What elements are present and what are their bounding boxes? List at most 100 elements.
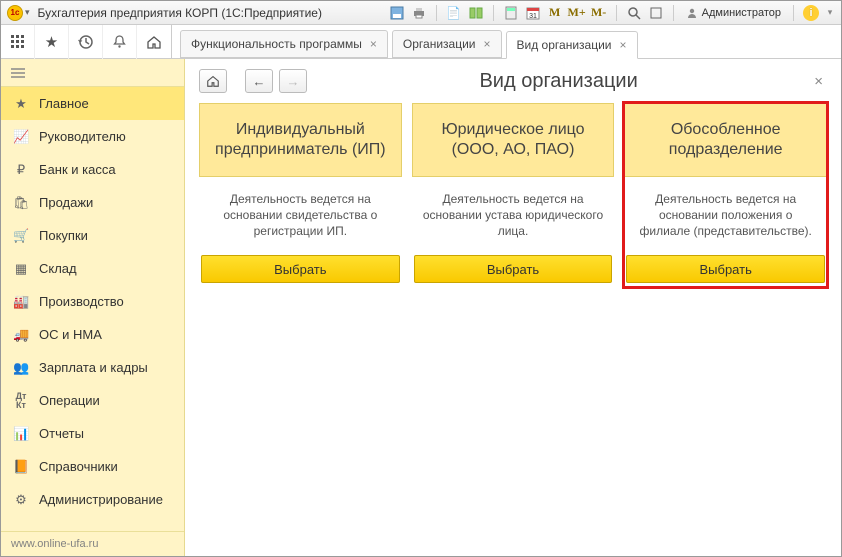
tab-close-icon[interactable]: ×	[370, 37, 377, 51]
chart-line-icon: 📈	[13, 129, 29, 145]
sidebar: ★ Главное 📈 Руководителю ₽ Банк и касса …	[1, 59, 185, 556]
memory-mplus-button[interactable]: M+	[569, 5, 585, 21]
current-user[interactable]: Администратор	[683, 7, 784, 19]
calculator-icon[interactable]	[503, 5, 519, 21]
user-label: Администратор	[702, 7, 781, 19]
card-description: Деятельность ведется на основании свидет…	[199, 177, 402, 255]
favorites-star-icon[interactable]: ★	[35, 25, 69, 59]
boxes-icon: ▦	[13, 261, 29, 277]
save-icon[interactable]	[389, 5, 405, 21]
sidebar-item-label: Банк и касса	[39, 162, 116, 177]
sidebar-item-purchases[interactable]: 🛒 Покупки	[1, 219, 184, 252]
sidebar-item-bank[interactable]: ₽ Банк и касса	[1, 153, 184, 186]
compare-icon[interactable]	[468, 5, 484, 21]
sidebar-item-reports[interactable]: 📊 Отчеты	[1, 417, 184, 450]
sidebar-item-label: Справочники	[39, 459, 118, 474]
card-title: Индивидуальный предприниматель (ИП)	[199, 103, 402, 177]
app-logo-icon: 1c	[7, 5, 23, 21]
book-icon: 📙	[13, 459, 29, 475]
toolbar-buttons: ★	[1, 25, 172, 58]
window-titlebar: 1c ▾ Бухгалтерия предприятия КОРП (1С:Пр…	[1, 1, 841, 25]
window-mode-icon[interactable]	[648, 5, 664, 21]
star-icon: ★	[13, 96, 29, 112]
calendar-icon[interactable]: 31	[525, 5, 541, 21]
page-title: Вид организации	[307, 70, 810, 93]
sidebar-item-label: Зарплата и кадры	[39, 360, 148, 375]
nav-back-button[interactable]: ←	[245, 69, 273, 93]
zoom-icon[interactable]	[626, 5, 642, 21]
card-ip: Индивидуальный предприниматель (ИП) Деят…	[199, 103, 402, 287]
sidebar-item-production[interactable]: 🏭 Производство	[1, 285, 184, 318]
select-button[interactable]: Выбрать	[201, 255, 400, 283]
sidebar-item-label: ОС и НМА	[39, 327, 102, 342]
select-button[interactable]: Выбрать	[414, 255, 613, 283]
tab-org-type[interactable]: Вид организации ×	[506, 31, 638, 59]
page-header: ← → Вид организации ×	[199, 69, 827, 93]
sidebar-item-label: Руководителю	[39, 129, 126, 144]
nav-home-button[interactable]	[199, 69, 227, 93]
nav-forward-button[interactable]: →	[279, 69, 307, 93]
card-description: Деятельность ведется на основании положе…	[624, 177, 827, 255]
sidebar-item-label: Администрирование	[39, 492, 163, 507]
page-close-icon[interactable]: ×	[810, 73, 827, 90]
titlebar-actions: 📄 31 M M+ M- Администратор i ▾	[389, 5, 835, 21]
user-icon	[686, 7, 698, 19]
sidebar-item-hr[interactable]: 👥 Зарплата и кадры	[1, 351, 184, 384]
dtkt-icon: ДтКт	[13, 392, 29, 410]
gear-icon: ⚙	[13, 492, 29, 508]
people-icon: 👥	[13, 360, 29, 376]
main-toolbar: ★ Функциональность программы × Организац…	[1, 25, 841, 59]
window-title: Бухгалтерия предприятия КОРП (1С:Предпри…	[38, 6, 322, 20]
sidebar-item-sales[interactable]: 🛍 Продажи	[1, 186, 184, 219]
tab-organizations[interactable]: Организации ×	[392, 30, 502, 58]
sidebar-collapse-icon[interactable]	[1, 59, 184, 87]
sidebar-item-label: Склад	[39, 261, 77, 276]
sidebar-item-operations[interactable]: ДтКт Операции	[1, 384, 184, 417]
factory-icon: 🏭	[13, 294, 29, 310]
card-separate-division: Обособленное подразделение Деятельность …	[624, 103, 827, 287]
info-icon[interactable]: i	[803, 5, 819, 21]
memory-mminus-button[interactable]: M-	[591, 5, 607, 21]
tab-label: Вид организации	[517, 38, 612, 52]
sidebar-footer: www.online-ufa.ru	[1, 531, 184, 556]
sidebar-item-admin[interactable]: ⚙ Администрирование	[1, 483, 184, 516]
cart-icon: 🛒	[13, 228, 29, 244]
truck-icon: 🚚	[13, 327, 29, 343]
sidebar-item-label: Производство	[39, 294, 124, 309]
sidebar-item-label: Отчеты	[39, 426, 84, 441]
app-menu-chevron-icon[interactable]: ▾	[25, 7, 30, 18]
svg-text:31: 31	[529, 13, 537, 20]
main-content: ← → Вид организации × Индивидуальный пре…	[185, 59, 841, 556]
ruble-icon: ₽	[13, 162, 29, 178]
tab-close-icon[interactable]: ×	[484, 37, 491, 51]
app-body: ★ Главное 📈 Руководителю ₽ Банк и касса …	[1, 59, 841, 556]
sidebar-item-main[interactable]: ★ Главное	[1, 87, 184, 120]
sidebar-item-label: Главное	[39, 96, 89, 111]
select-button[interactable]: Выбрать	[626, 255, 825, 283]
tab-label: Организации	[403, 37, 476, 51]
sidebar-item-label: Покупки	[39, 228, 88, 243]
org-type-cards: Индивидуальный предприниматель (ИП) Деят…	[199, 103, 827, 287]
tab-bar: Функциональность программы × Организации…	[172, 25, 638, 58]
bag-icon: 🛍	[13, 195, 29, 211]
apps-grid-icon[interactable]	[1, 25, 35, 59]
card-legal-entity: Юридическое лицо (ООО, АО, ПАО) Деятельн…	[412, 103, 615, 287]
home-icon[interactable]	[137, 25, 171, 59]
sidebar-item-manager[interactable]: 📈 Руководителю	[1, 120, 184, 153]
sidebar-item-directories[interactable]: 📙 Справочники	[1, 450, 184, 483]
tab-functionality[interactable]: Функциональность программы ×	[180, 30, 388, 58]
history-icon[interactable]	[69, 25, 103, 59]
info-chevron-icon[interactable]: ▾	[825, 5, 835, 21]
card-description: Деятельность ведется на основании устава…	[412, 177, 615, 255]
sidebar-item-label: Операции	[39, 393, 100, 408]
notifications-bell-icon[interactable]	[103, 25, 137, 59]
page-nav-buttons: ← →	[199, 69, 307, 93]
print-icon[interactable]	[411, 5, 427, 21]
sidebar-item-assets[interactable]: 🚚 ОС и НМА	[1, 318, 184, 351]
card-title: Обособленное подразделение	[624, 103, 827, 177]
document-icon[interactable]: 📄	[446, 5, 462, 21]
memory-m-button[interactable]: M	[547, 5, 563, 21]
tab-label: Функциональность программы	[191, 37, 362, 51]
tab-close-icon[interactable]: ×	[619, 38, 626, 52]
sidebar-item-warehouse[interactable]: ▦ Склад	[1, 252, 184, 285]
